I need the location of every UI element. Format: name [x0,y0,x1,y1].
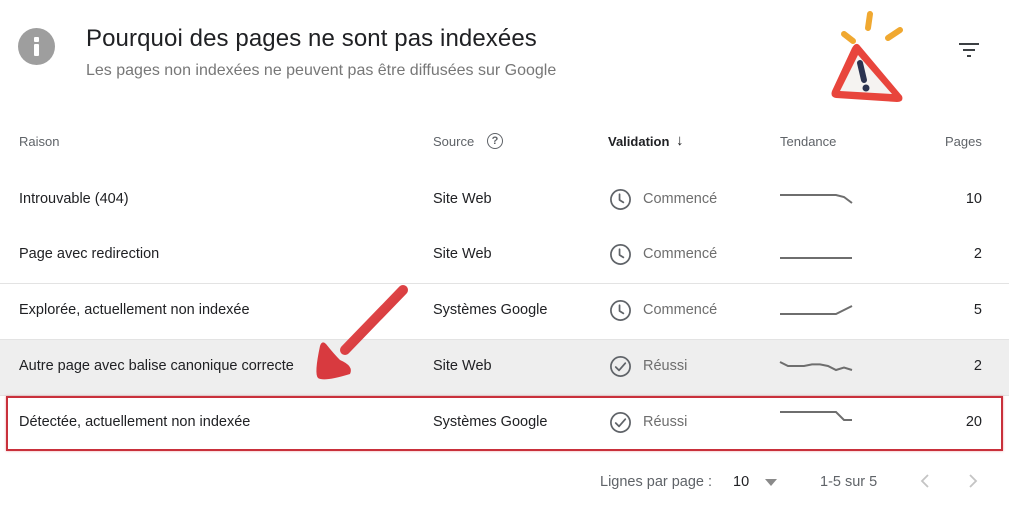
table-row[interactable]: Introuvable (404) Site Web Commencé 10 [0,173,1009,229]
rows-per-page-select[interactable]: 10 [733,474,749,490]
pages-count: 2 [973,246,982,262]
reason-cell: Détectée, actuellement non indexée [19,414,251,430]
not-indexed-report-card: Pourquoi des pages ne sont pas indexées … [0,0,1009,510]
trend-sparkline [780,411,852,421]
pages-count: 10 [965,191,982,207]
trend-sparkline [779,361,853,372]
pages-count: 20 [965,414,982,430]
chevron-right-icon [969,474,978,488]
pages-count: 2 [973,358,982,374]
warning-triangle-icon [831,11,903,102]
validation-status: Commencé [643,191,718,207]
page-subtitle: Les pages non indexées ne peuvent pas êt… [86,62,557,79]
column-header-pages[interactable]: Pages [945,134,982,149]
pages-count: 5 [973,302,982,318]
reason-cell: Autre page avec balise canonique correct… [19,358,294,374]
column-header-validation[interactable]: Validation [608,134,669,149]
chevron-left-icon [920,474,929,488]
clock-icon [610,244,631,265]
validation-status: Réussi [643,414,688,430]
info-icon [18,28,55,65]
arrow-down-icon[interactable]: ↓ [676,132,684,149]
trend-line [779,361,853,372]
column-header-source[interactable]: Source [433,134,474,149]
source-cell: Site Web [433,246,492,262]
validation-status: Commencé [643,302,718,318]
validation-status: Réussi [643,358,688,374]
table-row[interactable]: Autre page avec balise canonique correct… [0,340,1009,396]
rows-per-page-label: Lignes par page : [600,474,713,490]
filter-icon[interactable] [957,40,981,60]
column-header-trend: Tendance [780,134,837,149]
table-row[interactable]: Page avec redirection Site Web Commencé 2 [0,228,1009,284]
previous-page-button[interactable] [914,469,936,493]
reason-cell: Introuvable (404) [19,191,129,207]
source-cell: Systèmes Google [433,302,548,318]
trend-sparkline [780,305,853,315]
next-page-button[interactable] [962,469,984,493]
table-row[interactable]: Explorée, actuellement non indexée Systèm… [0,284,1009,340]
validation-status: Commencé [643,246,718,262]
column-header-reason[interactable]: Raison [19,134,59,149]
trend-sparkline [780,194,853,204]
clock-icon [610,189,631,210]
trend-line [780,305,853,315]
clock-icon [610,300,631,321]
caret-down-icon[interactable] [765,479,777,486]
reason-cell: Page avec redirection [19,246,160,262]
trend-line [780,411,852,421]
source-cell: Site Web [433,358,492,374]
pagination-range: 1-5 sur 5 [820,474,878,490]
source-cell: Site Web [433,191,492,207]
check-circle-icon [610,412,631,433]
trend-line [780,194,853,204]
reason-cell: Explorée, actuellement non indexée [19,302,250,318]
trend-sparkline [780,257,852,259]
page-title: Pourquoi des pages ne sont pas indexées [86,25,537,52]
help-icon[interactable]: ? [487,133,503,149]
table-header: Raison Source ? Validation ↓ Tendance Pa… [0,120,1009,174]
check-circle-icon [610,356,631,377]
source-cell: Systèmes Google [433,414,548,430]
table-row[interactable]: Détectée, actuellement non indexée Systèm… [0,396,1009,451]
